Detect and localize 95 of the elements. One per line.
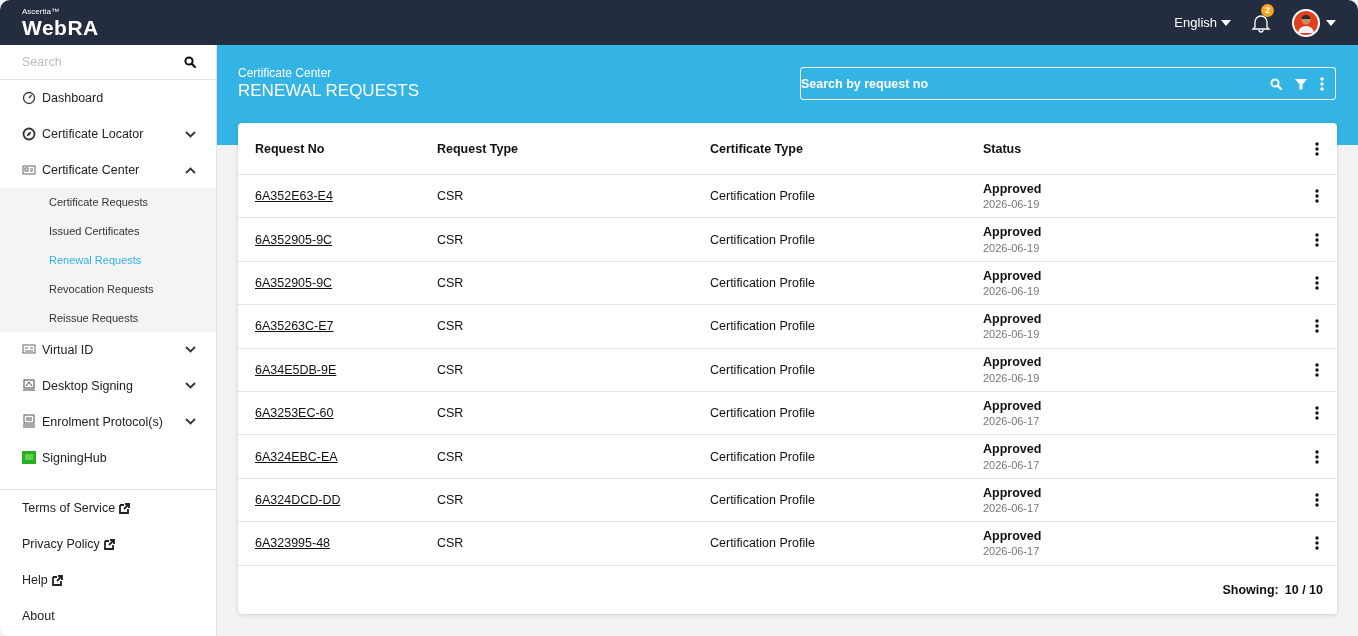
request-link[interactable]: 6A352905-9C xyxy=(255,232,333,247)
external-link-icon xyxy=(119,502,131,514)
kebab-menu-icon[interactable] xyxy=(1315,492,1319,507)
bell-icon[interactable] xyxy=(1251,12,1271,33)
column-header: Status xyxy=(983,141,1023,156)
table-cell-text: CSR xyxy=(437,189,465,204)
column-header: Certificate Type xyxy=(710,141,804,156)
table-cell-text: CSR xyxy=(437,362,465,377)
table-cell-text: Certification Profile xyxy=(710,406,816,421)
status-text: Approved xyxy=(983,484,1043,501)
server-icon xyxy=(22,414,36,430)
request-link[interactable]: 6A324DCD-DD xyxy=(255,492,341,507)
status-text: Approved xyxy=(983,528,1043,545)
table-cell-text: Certification Profile xyxy=(710,275,816,290)
status-date: 2026-06-19 xyxy=(983,283,1041,299)
request-link[interactable]: 6A352E63-E4 xyxy=(255,189,333,204)
status-text: Approved xyxy=(983,441,1043,458)
status-text: Approved xyxy=(983,354,1043,371)
status-date: 2026-06-19 xyxy=(983,327,1041,342)
sidebar-item[interactable]: Desktop Signing xyxy=(42,379,134,393)
submenu-item[interactable]: Certificate Requests xyxy=(0,188,216,217)
search-icon[interactable] xyxy=(184,56,196,68)
status-text: Approved xyxy=(983,267,1043,284)
kebab-menu-icon[interactable] xyxy=(1315,406,1319,421)
id-card-icon xyxy=(22,162,36,178)
table-cell-text: Certification Profile xyxy=(710,536,816,551)
table-cell-text: Certification Profile xyxy=(710,449,816,464)
table-cell-text: CSR xyxy=(437,492,465,507)
request-link[interactable]: 6A34E5DB-9E xyxy=(255,362,337,377)
status-date: 2026-06-17 xyxy=(983,500,1041,516)
page-title: RENEWAL REQUESTS xyxy=(238,81,420,101)
request-link[interactable]: 6A324EBC-EA xyxy=(255,449,338,464)
brand-tagline: Ascertia™ xyxy=(22,7,60,16)
table-cell-text: CSR xyxy=(437,319,465,334)
status-date: 2026-06-19 xyxy=(983,197,1041,212)
gauge-icon xyxy=(22,90,36,106)
submenu-item[interactable]: Reissue Requests xyxy=(0,303,216,332)
notification-badge: 2 xyxy=(1261,3,1274,17)
footer-link[interactable]: Privacy Policy xyxy=(22,537,100,551)
table-cell-text: Certification Profile xyxy=(710,319,816,334)
compass-icon xyxy=(22,126,36,142)
table-cell-text: Certification Profile xyxy=(710,362,816,377)
kebab-menu-icon[interactable] xyxy=(1315,232,1319,247)
showing-label: Showing: xyxy=(1222,583,1279,597)
app-logo[interactable]: WebRA xyxy=(22,16,99,38)
status-date: 2026-06-17 xyxy=(983,414,1041,429)
caret-icon xyxy=(1326,19,1336,26)
footer-link[interactable]: Terms of Service xyxy=(22,501,116,515)
external-link-icon xyxy=(103,538,115,550)
kebab-menu-icon[interactable] xyxy=(1315,536,1319,551)
sidebar-item[interactable]: SigningHub xyxy=(42,451,107,465)
table-cell-text: CSR xyxy=(437,536,465,551)
kebab-menu-icon[interactable] xyxy=(1315,275,1319,290)
table-cell-text: CSR xyxy=(437,449,465,464)
kebab-menu-icon[interactable] xyxy=(1315,189,1319,204)
kebab-menu-icon[interactable] xyxy=(1315,362,1319,377)
sidebar-item[interactable]: Certificate Locator xyxy=(42,127,144,141)
language-selector[interactable]: English xyxy=(1174,15,1231,30)
request-link[interactable]: 6A323995-48 xyxy=(255,536,331,551)
external-link-icon xyxy=(51,574,63,586)
status-date: 2026-06-19 xyxy=(983,370,1041,386)
footer-link[interactable]: Help xyxy=(22,573,48,587)
footer-link[interactable]: About xyxy=(22,609,55,623)
table-cell-text: CSR xyxy=(437,406,465,421)
sidebar-item[interactable]: Certificate Center xyxy=(42,163,140,177)
column-header: Request Type xyxy=(437,141,520,156)
avatar-icon[interactable] xyxy=(1292,8,1320,37)
table-cell-text: Certification Profile xyxy=(710,492,816,507)
kebab-menu-icon[interactable] xyxy=(1315,319,1319,334)
kebab-menu-icon[interactable] xyxy=(1315,141,1319,156)
status-date: 2026-06-17 xyxy=(983,457,1041,472)
status-text: Approved xyxy=(983,224,1043,241)
monitor-icon xyxy=(22,378,36,394)
submenu-item[interactable]: Issued Certificates xyxy=(0,216,216,246)
request-link[interactable]: 6A35263C-E7 xyxy=(255,319,334,334)
signinghub-logo-icon xyxy=(22,450,36,466)
request-link[interactable]: 6A3253EC-60 xyxy=(255,406,334,421)
status-date: 2026-06-19 xyxy=(983,240,1041,255)
caret-icon xyxy=(1221,19,1231,26)
table-cell-text: Certification Profile xyxy=(710,232,816,247)
column-header: Request No xyxy=(255,141,326,156)
submenu-item[interactable]: Revocation Requests xyxy=(0,274,216,304)
showing-count: 10 / 10 xyxy=(1284,583,1323,597)
table-cell-text: CSR xyxy=(437,232,465,247)
table-cell-text: CSR xyxy=(437,275,465,290)
sidebar-item[interactable]: Dashboard xyxy=(42,91,104,105)
kebab-menu-icon[interactable] xyxy=(1315,449,1319,464)
request-link[interactable]: 6A352905-9C xyxy=(255,275,333,290)
status-text: Approved xyxy=(983,397,1043,415)
sidebar-item[interactable]: Virtual ID xyxy=(42,343,94,357)
table-cell-text: Certification Profile xyxy=(710,189,816,204)
status-text: Approved xyxy=(983,180,1043,198)
status-date: 2026-06-17 xyxy=(983,544,1041,559)
status-text: Approved xyxy=(983,311,1043,328)
sidebar-item[interactable]: Enrolment Protocol(s) xyxy=(42,415,163,429)
